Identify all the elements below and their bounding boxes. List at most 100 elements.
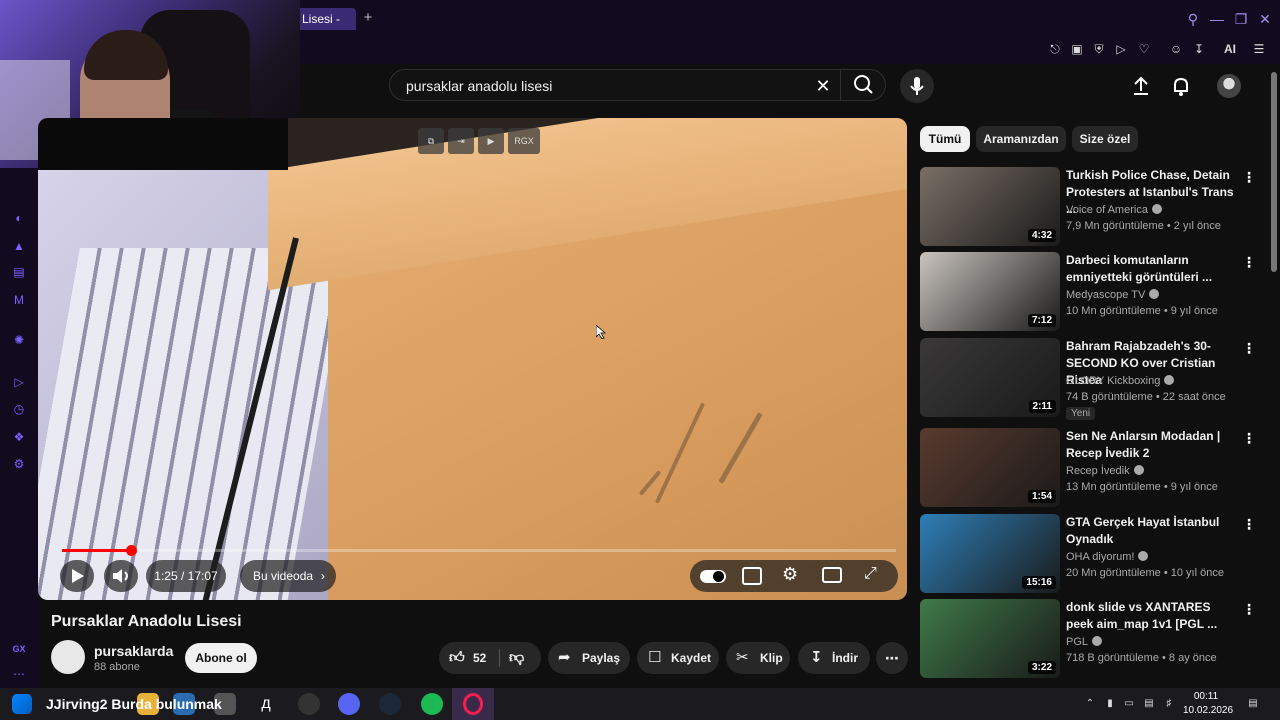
recommendation-channel[interactable]: OHA diyorum!: [1066, 551, 1149, 563]
channel-name[interactable]: pursaklarda: [94, 643, 173, 659]
search-button[interactable]: [840, 70, 886, 100]
recommendation-item[interactable]: 7:12 Darbeci komutanların emniyetteki gör…: [920, 252, 1260, 332]
steam-icon[interactable]: [379, 693, 401, 715]
notification-center-icon[interactable]: ▤: [1246, 697, 1260, 711]
enter-icon[interactable]: ⇥: [448, 128, 474, 154]
recommendation-title[interactable]: Sen Ne Anlarsın Modadan | Recep İvedik 2: [1066, 428, 1238, 462]
ai-button[interactable]: AI: [1216, 40, 1244, 58]
more-icon[interactable]: ⋯: [11, 666, 27, 682]
discord-icon[interactable]: [338, 693, 360, 715]
next-icon[interactable]: ▶: [478, 128, 504, 154]
close-window-icon[interactable]: ✕: [1255, 9, 1275, 29]
new-tab-button[interactable]: +: [360, 10, 376, 26]
video-player[interactable]: ⧉ ⇥ ▶ RGX 1:25 / 17:07 Bu videoda › ⚙ ⤢: [38, 118, 907, 600]
clear-search-icon[interactable]: ✕: [812, 75, 834, 97]
download-button[interactable]: ↧ İndir: [798, 642, 870, 674]
more-vert-icon[interactable]: ⋮: [1242, 430, 1256, 446]
like-count[interactable]: 52: [473, 642, 486, 674]
dislike-icon[interactable]: 👎︎: [509, 642, 524, 674]
avatar[interactable]: [1217, 74, 1241, 98]
recommendation-title[interactable]: donk slide vs XANTARES peek aim_map 1v1 …: [1066, 599, 1238, 633]
video-thumbnail[interactable]: 3:22: [920, 599, 1060, 678]
theater-mode-icon[interactable]: [822, 567, 842, 583]
recommendation-item[interactable]: 4:32 Turkish Police Chase, Detain Protest…: [920, 167, 1260, 247]
chapters-button[interactable]: Bu videoda ›: [240, 560, 336, 592]
voice-search-button[interactable]: [900, 69, 934, 103]
search-input[interactable]: pursaklar anadolu lisesi: [406, 78, 552, 94]
terminal-icon[interactable]: д: [255, 693, 277, 715]
video-thumbnail[interactable]: 1:54: [920, 428, 1060, 507]
twitch-icon[interactable]: ▤: [11, 264, 27, 280]
browser-tab[interactable]: Lisesi -: [296, 8, 356, 30]
subtitles-icon[interactable]: [742, 567, 762, 585]
save-button[interactable]: ☐ Kaydet: [637, 642, 719, 674]
like-icon[interactable]: 👍︎: [449, 642, 465, 674]
player-sidebar-icon[interactable]: ▷: [11, 374, 27, 390]
video-thumbnail[interactable]: 15:16: [920, 514, 1060, 593]
recommendation-item[interactable]: 3:22 donk slide vs XANTARES peek aim_map …: [920, 599, 1260, 679]
settings-icon[interactable]: ⚙: [11, 456, 27, 472]
heart-icon[interactable]: ♡: [1135, 40, 1153, 58]
popout-icon[interactable]: ⧉: [418, 128, 444, 154]
history-icon[interactable]: ◷: [11, 401, 27, 417]
clock[interactable]: 00:11 10.02.2026: [1183, 690, 1233, 718]
share-button[interactable]: ➦ Paylaş: [548, 642, 630, 674]
player-icon[interactable]: ▷: [1112, 40, 1130, 58]
recommendation-channel[interactable]: Medyascope TV: [1066, 289, 1160, 301]
spotify-icon[interactable]: [421, 693, 443, 715]
more-vert-icon[interactable]: ⋮: [1242, 601, 1256, 617]
volume-button[interactable]: [104, 560, 138, 592]
restore-icon[interactable]: ❐: [1231, 9, 1251, 29]
video-thumbnail[interactable]: 2:11: [920, 338, 1060, 417]
windows-start-icon[interactable]: [12, 694, 32, 714]
scrollbar[interactable]: [1270, 64, 1278, 688]
recommendation-item[interactable]: 15:16 GTA Gerçek Hayat İstanbul Oynadık OH…: [920, 514, 1260, 594]
settings-gear-icon[interactable]: ⚙: [782, 564, 798, 585]
shield-icon[interactable]: ⛨: [1090, 40, 1108, 58]
battery-icon[interactable]: ▭: [1122, 697, 1136, 711]
search-bar[interactable]: pursaklar anadolu lisesi ✕: [389, 69, 886, 101]
fullscreen-icon[interactable]: ⤢: [864, 565, 877, 583]
video-thumbnail[interactable]: 4:32: [920, 167, 1060, 246]
chip-from-search[interactable]: Aramanızdan: [976, 126, 1066, 152]
more-actions-button[interactable]: ⋯: [876, 642, 908, 674]
menu-icon[interactable]: ☰: [1250, 40, 1268, 58]
more-vert-icon[interactable]: ⋮: [1242, 516, 1256, 532]
extensions-icon[interactable]: ❖: [11, 429, 27, 445]
search-tabs-icon[interactable]: ⚲: [1183, 9, 1203, 29]
clip-button[interactable]: ✂ Klip: [726, 642, 790, 674]
recommendation-item[interactable]: 2:11 Bahram Rajabzadeh's 30-SECOND KO ove…: [920, 338, 1260, 420]
minimize-icon[interactable]: —: [1207, 9, 1227, 29]
recommendation-title[interactable]: Darbeci komutanların emniyetteki görüntü…: [1066, 252, 1238, 286]
messenger-icon[interactable]: M: [11, 292, 27, 308]
snapshot-icon[interactable]: ▣: [1068, 40, 1086, 58]
account-icon[interactable]: ☺: [1167, 40, 1185, 58]
notifications-icon[interactable]: [1169, 74, 1193, 98]
progress-bar[interactable]: [62, 545, 896, 556]
recommendation-item[interactable]: 1:54 Sen Ne Anlarsın Modadan | Recep İved…: [920, 428, 1260, 508]
recommendation-channel[interactable]: PGL: [1066, 636, 1103, 648]
microphone-tray-icon[interactable]: ▮: [1103, 697, 1117, 711]
opera-gx-taskbar-item[interactable]: [452, 688, 494, 720]
more-vert-icon[interactable]: ⋮: [1242, 254, 1256, 270]
recommendation-title[interactable]: GTA Gerçek Hayat İstanbul Oynadık: [1066, 514, 1238, 548]
subscribe-button[interactable]: Abone ol: [185, 643, 257, 673]
speed-dial-icon[interactable]: ◐: [11, 210, 27, 226]
rgx-button[interactable]: RGX: [508, 128, 540, 154]
network-icon[interactable]: ▤: [1142, 697, 1156, 711]
recommendation-channel[interactable]: Recep İvedik: [1066, 465, 1144, 477]
recommendation-channel[interactable]: GLORY Kickboxing: [1066, 375, 1175, 387]
obs-icon[interactable]: [298, 693, 320, 715]
ai-icon[interactable]: ✺: [11, 332, 27, 348]
chip-for-you[interactable]: Size özel: [1072, 126, 1138, 152]
scrollbar-thumb[interactable]: [1271, 72, 1277, 272]
chip-all[interactable]: Tümü: [920, 126, 970, 152]
download-icon[interactable]: ↧: [1190, 40, 1208, 58]
video-thumbnail[interactable]: 7:12: [920, 252, 1060, 331]
pin-icon[interactable]: ⎋: [1046, 40, 1064, 58]
recommendation-channel[interactable]: Voice of America: [1066, 204, 1162, 216]
upload-icon[interactable]: [1129, 74, 1153, 98]
autoplay-toggle[interactable]: [700, 570, 726, 583]
more-vert-icon[interactable]: ⋮: [1242, 340, 1256, 356]
channel-avatar[interactable]: [51, 640, 85, 674]
